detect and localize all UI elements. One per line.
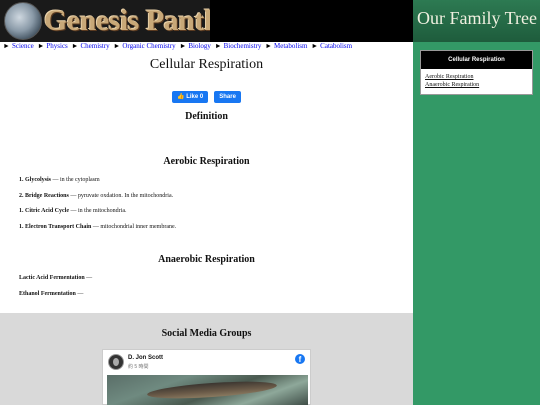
breadcrumb-link-biochemistry[interactable]: Biochemistry [224,42,262,50]
aerobic-step: 1. Glycolysis — in the cytoplasm [19,177,100,183]
breadcrumb-arrow-icon: ► [179,42,187,50]
facebook-buttons: 👍 Like 0 Share [0,91,413,103]
aerobic-heading: Aerobic Respiration [163,156,250,167]
step-name: 2. Bridge Reactions [19,193,69,199]
breadcrumb-arrow-icon: ► [3,42,10,50]
breadcrumb-arrow-icon: ► [71,42,79,50]
step-desc: — mitochondrial inner membrane. [91,224,177,230]
site-header: Genesis Panthesis Our Family Tree [0,0,540,42]
step-desc: — pyruvate oxdation. In the mitochondria… [68,193,174,199]
breadcrumb-link-science[interactable]: Science [12,42,34,50]
facebook-group-card[interactable]: D. Jon Scott 約 5 時間 f [102,349,311,405]
family-tree-label: Our Family Tree [417,8,538,28]
fish-image [146,378,278,402]
avatar[interactable] [108,354,124,370]
logo-text: Genesis Panthesis [44,4,210,37]
social-media-section: Social Media Groups D. Jon Scott 約 5 時間 … [0,313,413,405]
page-title: Cellular Respiration [149,57,264,72]
breadcrumb-link-catabolism[interactable]: Catabolism [320,42,352,50]
definition-heading: Definition [185,111,228,122]
step-desc: — [84,275,93,281]
step-name: Lactic Acid Fermentation [19,275,85,281]
step-desc: — in the cytoplasm [51,177,100,183]
step-name: 1. Citric Acid Cycle [19,208,69,214]
breadcrumb-arrow-icon: ► [311,42,319,50]
step-name: 1. Glycolysis [19,177,52,183]
breadcrumb-link-organic-chemistry[interactable]: Organic Chemistry [122,42,175,50]
sidebar-link-aerobic[interactable]: Aerobic Respiration [421,73,532,81]
card-timestamp: 約 5 時間 [128,364,149,370]
social-heading: Social Media Groups [161,328,252,339]
breadcrumb-link-metabolism[interactable]: Metabolism [274,42,307,50]
step-desc: — in the mitochondria. [69,208,127,214]
step-name: 1. Electron Transport Chain [19,224,92,230]
anaerobic-heading: Anaerobic Respiration [158,254,255,265]
breadcrumb-link-biology[interactable]: Biology [188,42,211,50]
aerobic-step: 1. Citric Acid Cycle — in the mitochondr… [19,208,127,214]
breadcrumb-arrow-icon: ► [265,42,273,50]
sidebar: Cellular Respiration Aerobic Respiration… [413,42,540,405]
breadcrumb-arrow-icon: ► [37,42,45,50]
breadcrumb-arrow-icon: ► [113,42,121,50]
anaerobic-step: Lactic Acid Fermentation — [19,275,92,281]
main-content: Cellular Respiration 👍 Like 0 Share Defi… [0,53,413,313]
breadcrumb-arrow-icon: ► [214,42,222,50]
anaerobic-step: Ethanol Fermentation — [19,291,83,297]
facebook-share-button[interactable]: Share [214,91,241,103]
breadcrumb-link-physics[interactable]: Physics [46,42,67,50]
aerobic-step: 2. Bridge Reactions — pyruvate oxdation.… [19,193,173,199]
globe-icon [4,2,42,40]
facebook-icon[interactable]: f [295,354,305,364]
facebook-like-button[interactable]: 👍 Like 0 [172,91,209,103]
step-desc: — [75,291,84,297]
sidebar-title: Cellular Respiration [421,51,532,69]
card-author-name[interactable]: D. Jon Scott [128,355,163,361]
card-photo[interactable] [107,375,308,405]
sidebar-toc: Cellular Respiration Aerobic Respiration… [420,50,533,95]
aerobic-step: 1. Electron Transport Chain — mitochondr… [19,224,176,230]
family-tree-banner[interactable]: Our Family Tree [413,0,540,42]
breadcrumb: ► Science ► Physics ► Chemistry ► Organic Ch… [0,42,413,53]
breadcrumb-link-chemistry[interactable]: Chemistry [80,42,109,50]
site-logo[interactable]: Genesis Panthesis [0,0,210,42]
sidebar-link-anaerobic[interactable]: Anaerobic Respiration [421,81,532,89]
step-name: Ethanol Fermentation [19,291,76,297]
